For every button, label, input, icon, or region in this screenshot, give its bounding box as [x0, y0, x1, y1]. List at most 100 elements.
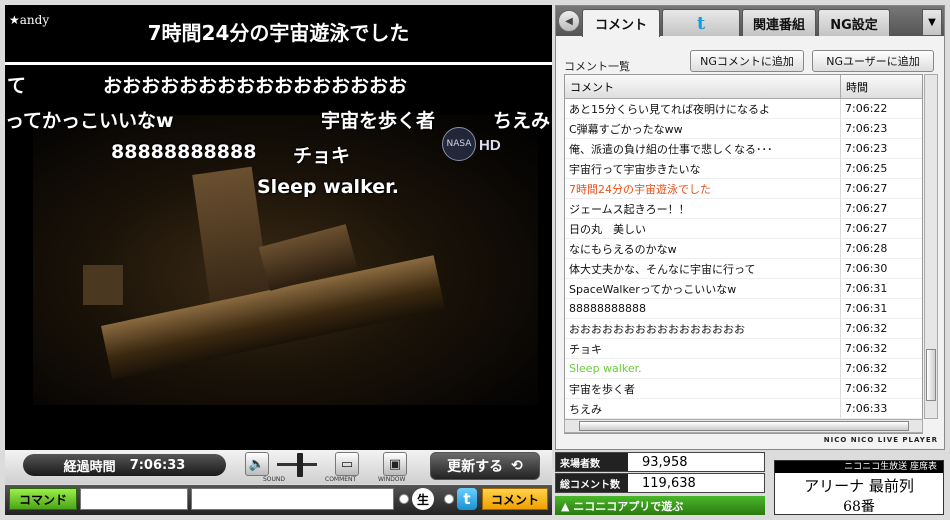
scrolling-comment: ちえみ [493, 110, 551, 132]
comment-list-caption: コメント一覧 [564, 60, 630, 73]
time-cell: 7:06:27 [845, 202, 888, 215]
comment-count-label: 総コメント数 [556, 474, 628, 492]
speaker-icon: 🔈 [248, 456, 266, 472]
comment-cell: ちえみ [565, 399, 841, 418]
time-cell: 7:06:23 [845, 142, 888, 155]
add-ng-user-button[interactable]: NGユーザーに追加 [812, 50, 934, 72]
window-label: WINDOW [378, 476, 406, 483]
twitter-icon: t [696, 12, 706, 34]
time-cell: 7:06:32 [845, 362, 888, 375]
comment-cell: チョキ [565, 339, 841, 358]
horizontal-scrollbar[interactable] [564, 419, 923, 433]
tab-back-button[interactable]: ◀ [558, 10, 580, 32]
time-cell: 7:06:25 [845, 162, 888, 175]
tab-ng-settings[interactable]: NG設定 [818, 9, 890, 36]
column-header-comment[interactable]: コメント [565, 75, 841, 98]
table-row[interactable]: Sleep walker. 7:06:32 [565, 359, 922, 379]
time-cell: 7:06:32 [845, 322, 888, 335]
tab-more-button[interactable]: ▼ [922, 9, 942, 36]
table-row[interactable]: 7時間24分の宇宙遊泳でした 7:06:27 [565, 179, 922, 199]
live-radio[interactable] [399, 494, 409, 504]
comment-cell: 88888888888 [565, 299, 841, 318]
owner-comment-divider [5, 62, 552, 65]
time-cell: 7:06:33 [845, 402, 888, 415]
time-cell: 7:06:27 [845, 182, 888, 195]
scrolling-comment: て [7, 75, 27, 97]
comment-cell: 7時間24分の宇宙遊泳でした [565, 179, 841, 198]
table-row[interactable]: なにもらえるのかなw 7:06:28 [565, 239, 922, 259]
seat-name: アリーナ 最前列 [804, 477, 914, 495]
scrolling-comment: おおおおおおおおおおおおおおおお [103, 75, 408, 97]
app-banner-link[interactable]: ▲ ニコニコアプリで遊ぶ [555, 496, 765, 515]
refresh-label: 更新する [447, 459, 504, 475]
chevron-left-icon: ◀ [565, 15, 573, 27]
scrollbar-thumb[interactable] [579, 421, 909, 431]
scrolling-comment: チョキ [293, 145, 351, 167]
table-row[interactable]: 日の丸 美しい 7:06:27 [565, 219, 922, 239]
scrolling-comment: 宇宙を歩く者 [321, 110, 436, 132]
comment-cell: 宇宙行って宇宙歩きたいな [565, 159, 841, 178]
add-ng-comment-button[interactable]: NGコメントに追加 [690, 50, 804, 72]
table-row[interactable]: おおおおおおおおおおおおおおおお 7:06:32 [565, 319, 922, 339]
comment-toggle-button[interactable]: ▭ [335, 452, 359, 476]
video-player[interactable]: NASA HD ★andy 7時間24分の宇宙遊泳でした て おおおおおおおおお… [5, 5, 552, 450]
tab-twitter[interactable]: t [662, 9, 740, 36]
elapsed-value: 7:06:33 [129, 457, 186, 473]
comment-table[interactable]: コメント 時間 あと15分くらい見てれば夜明けになるよ 7:06:22 C弾幕すごか… [564, 74, 923, 434]
comment-count-row: 総コメント数 119,638 [555, 473, 765, 493]
comment-cell: あと15分くらい見てれば夜明けになるよ [565, 99, 841, 118]
seat-ticket: ニコニコ生放送 座席表 アリーナ 最前列 68番 [774, 460, 944, 515]
tab-related[interactable]: 関連番組 [742, 9, 816, 36]
table-row[interactable]: SpaceWalkerってかっこいいなw 7:06:31 [565, 279, 922, 299]
table-row[interactable]: ジェームス起きろー！！ 7:06:27 [565, 199, 922, 219]
table-row[interactable]: チョキ 7:06:32 [565, 339, 922, 359]
command-input[interactable] [80, 488, 188, 510]
twitter-radio[interactable] [444, 494, 454, 504]
table-row[interactable]: 体大丈夫かな、そんなに宇宙に行って 7:06:30 [565, 259, 922, 279]
table-row[interactable]: 宇宙を歩く者 7:06:32 [565, 379, 922, 399]
comment-cell: 宇宙を歩く者 [565, 379, 841, 398]
table-row[interactable]: ちえみ 7:06:33 [565, 399, 922, 419]
chevron-down-icon: ▼ [928, 17, 936, 28]
table-row[interactable]: 宇宙行って宇宙歩きたいな 7:06:25 [565, 159, 922, 179]
comment-toggle-icon: ▭ [340, 456, 354, 472]
comment-count-value: 119,638 [628, 474, 764, 492]
elapsed-time: 経過時間 7:06:33 [23, 454, 226, 476]
window-button[interactable]: ▣ [383, 452, 407, 476]
time-cell: 7:06:31 [845, 282, 888, 295]
table-header: コメント 時間 [565, 75, 922, 99]
sound-label: SOUND [263, 476, 286, 483]
volume-knob[interactable] [297, 453, 303, 477]
comment-input[interactable] [191, 488, 394, 510]
seat-number: 68番 [843, 499, 875, 515]
time-cell: 7:06:32 [845, 382, 888, 395]
scrolling-comment: 88888888888 [111, 141, 257, 163]
vertical-scrollbar[interactable] [924, 74, 938, 419]
command-button[interactable]: コマンド [9, 488, 77, 510]
column-header-time[interactable]: 時間 [841, 75, 922, 98]
refresh-button[interactable]: 更新する ⟲ [430, 452, 540, 480]
time-cell: 7:06:30 [845, 262, 888, 275]
seat-header: ニコニコ生放送 座席表 [775, 461, 943, 473]
hd-badge: HD [479, 137, 501, 154]
owner-comment: 7時間24分の宇宙遊泳でした [147, 21, 410, 45]
scrollbar-thumb[interactable] [926, 349, 936, 401]
submit-comment-button[interactable]: コメント [482, 488, 548, 510]
comment-form: コマンド 生 t コメント [5, 485, 552, 515]
sound-button[interactable]: 🔈 [245, 452, 269, 476]
comment-rows: あと15分くらい見てれば夜明けになるよ 7:06:22 C弾幕すごかったなww 7:0… [565, 99, 922, 419]
comment-cell: おおおおおおおおおおおおおおおお [565, 319, 841, 338]
time-cell: 7:06:22 [845, 102, 888, 115]
table-row[interactable]: 俺、派遣の負け組の仕事で悲しくなる･･･ 7:06:23 [565, 139, 922, 159]
table-row[interactable]: 88888888888 7:06:31 [565, 299, 922, 319]
time-cell: 7:06:27 [845, 222, 888, 235]
control-bar: 経過時間 7:06:33 🔈 SOUND ▭ COMMENT ▣ WINDOW … [5, 450, 552, 484]
table-row[interactable]: あと15分くらい見てれば夜明けになるよ 7:06:22 [565, 99, 922, 119]
comment-panel: ◀ コメント t 関連番組 NG設定 ▼ コメント一覧 NGコメントに追加 NG… [555, 5, 945, 450]
comment-cell: なにもらえるのかなw [565, 239, 841, 258]
table-row[interactable]: C弾幕すごかったなww 7:06:23 [565, 119, 922, 139]
player-brand: NICO NICO LIVE PLAYER [823, 436, 938, 444]
refresh-icon: ⟲ [511, 458, 523, 474]
time-cell: 7:06:28 [845, 242, 888, 255]
tab-comment[interactable]: コメント [582, 9, 660, 37]
